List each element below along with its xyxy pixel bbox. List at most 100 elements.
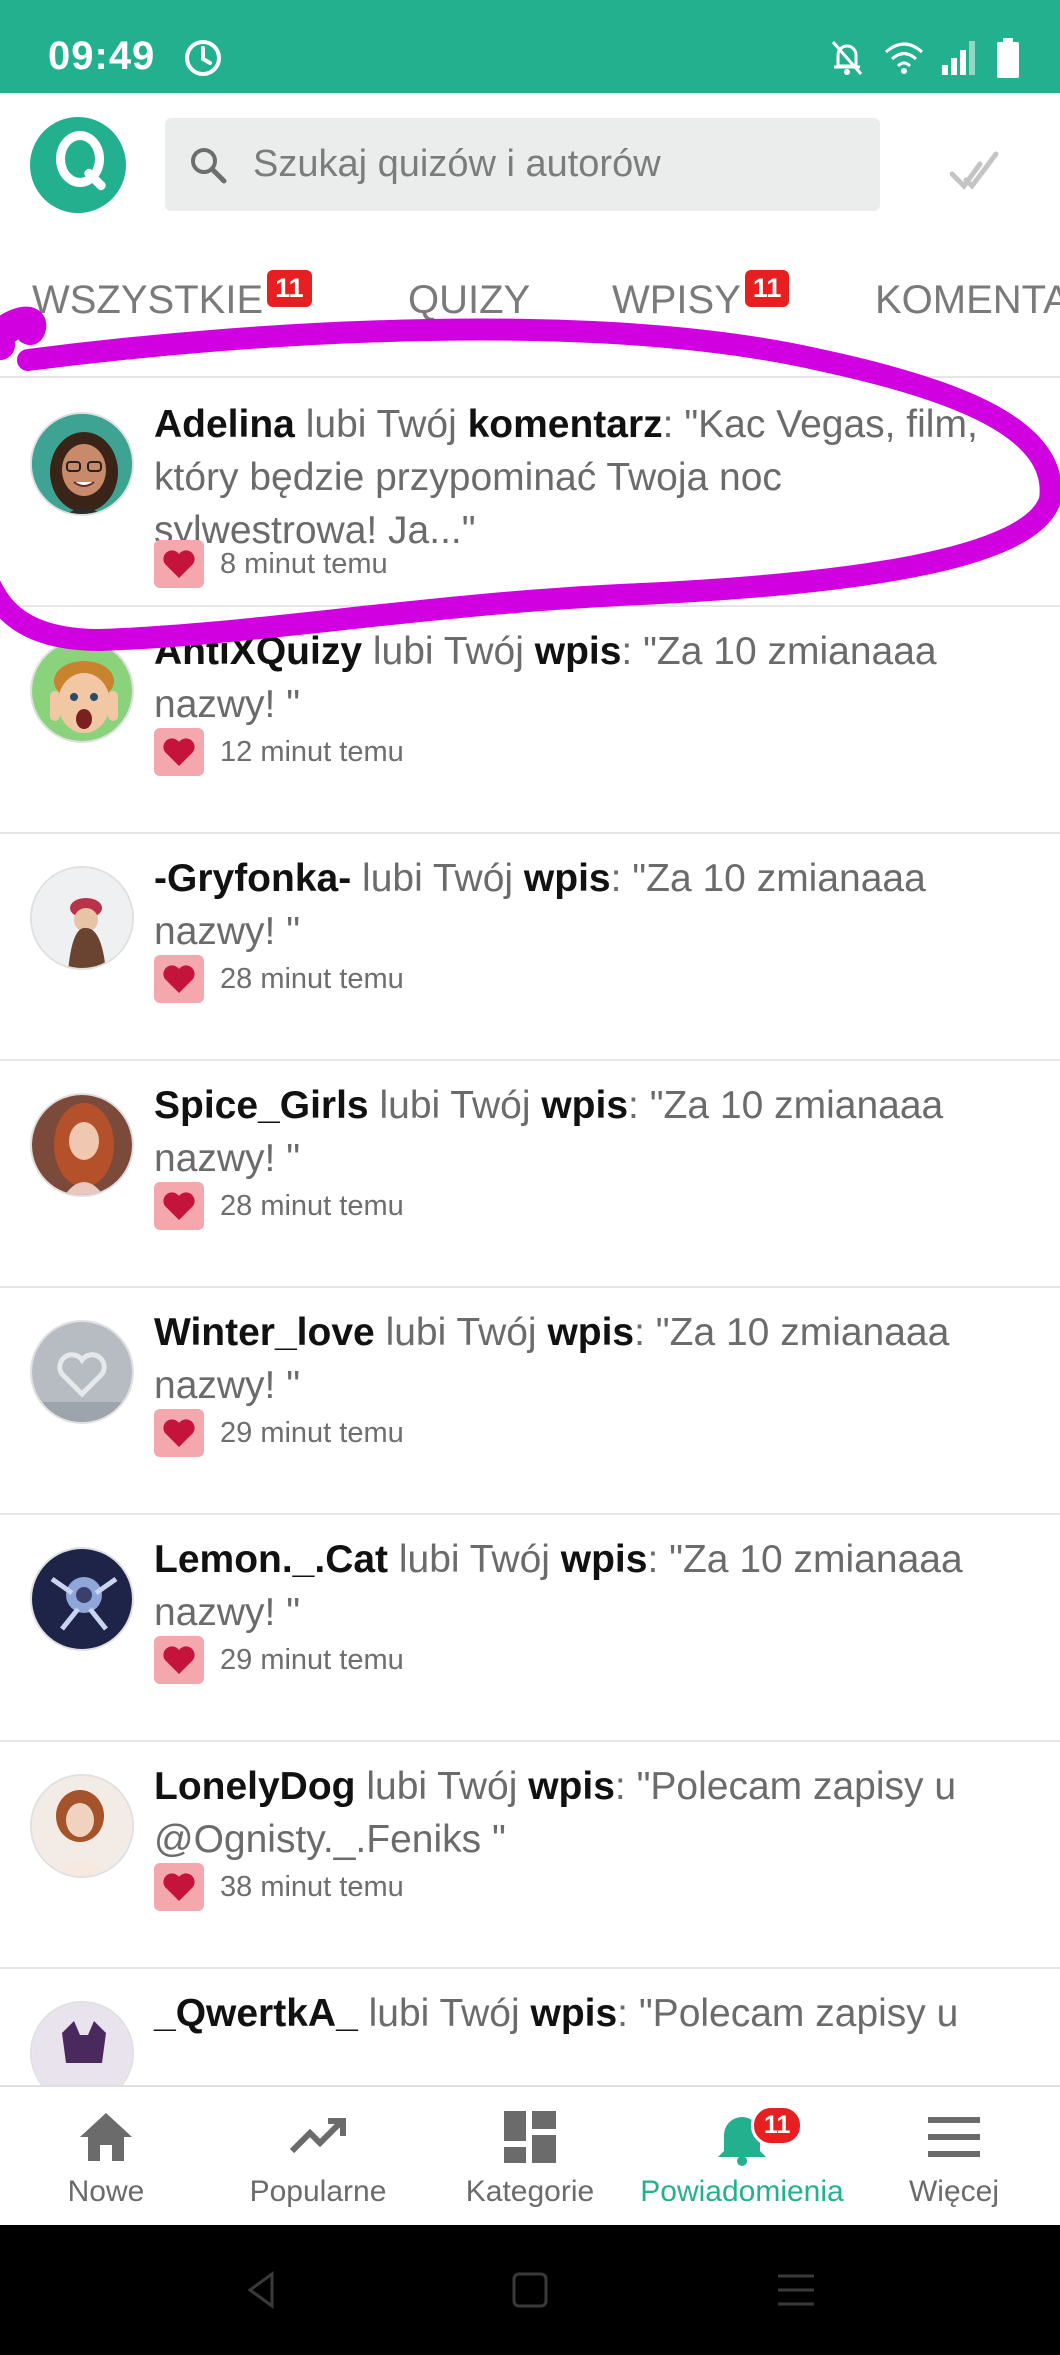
- recents-icon[interactable]: [776, 2270, 816, 2310]
- avatar[interactable]: [30, 1320, 134, 1424]
- notification-meta: 28 minut temu: [154, 1182, 404, 1230]
- notification-text: LonelyDog lubi Twój wpis: "Polecam zapis…: [154, 1760, 1004, 1866]
- status-bar: 09:49: [0, 0, 1060, 93]
- heart-icon: [163, 550, 195, 578]
- heart-icon: [163, 1646, 195, 1674]
- user-name[interactable]: AntiXQuizy: [154, 630, 362, 673]
- user-name[interactable]: Adelina: [154, 403, 295, 446]
- nav-notifications[interactable]: 11 Powiadomienia: [636, 2087, 848, 2227]
- list-item[interactable]: AntiXQuizy lubi Twój wpis: "Za 10 zmiana…: [0, 607, 1060, 834]
- user-name[interactable]: -Gryfonka-: [154, 857, 351, 900]
- tab-posts[interactable]: WPISY 11: [612, 270, 790, 323]
- notification-text: Adelina lubi Twój komentarz: "Kac Vegas,…: [154, 398, 1004, 557]
- list-item[interactable]: Adelina lubi Twój komentarz: "Kac Vegas,…: [0, 380, 1060, 607]
- notification-badge: 11: [751, 2105, 804, 2146]
- object-text: wpis: [523, 857, 611, 900]
- user-name[interactable]: LonelyDog: [154, 1765, 356, 1808]
- avatar[interactable]: [30, 866, 134, 970]
- system-nav-bar: [0, 2225, 1060, 2355]
- nav-new[interactable]: Nowe: [0, 2087, 212, 2227]
- bottom-nav: Nowe Popularne Kategorie 11 Powiadomieni…: [0, 2085, 1060, 2225]
- object-text: wpis: [530, 1992, 618, 2035]
- like-badge: [154, 955, 204, 1003]
- nav-label: Popularne: [249, 2175, 387, 2208]
- search-input[interactable]: [253, 118, 863, 211]
- dark-fantasy-icon: [32, 1549, 132, 1649]
- tab-quizzes[interactable]: QUIZY: [408, 278, 530, 323]
- home-icon: [80, 2113, 132, 2161]
- action-text: lubi Twój: [379, 1084, 531, 1127]
- object-text: wpis: [547, 1311, 635, 1354]
- like-badge: [154, 1182, 204, 1230]
- avatar[interactable]: [30, 1093, 134, 1197]
- avatar[interactable]: [30, 1547, 134, 1651]
- dashboard-icon: [504, 2111, 556, 2163]
- app-logo[interactable]: [30, 117, 126, 213]
- list-item[interactable]: Lemon._.Cat lubi Twój wpis: "Za 10 zmian…: [0, 1515, 1060, 1742]
- list-item[interactable]: Winter_love lubi Twój wpis: "Za 10 zmian…: [0, 1288, 1060, 1515]
- notification-text: _QwertkA_ lubi Twój wpis: "Polecam zapis…: [154, 1987, 1004, 2040]
- tab-label: QUIZY: [408, 278, 531, 322]
- list-item[interactable]: Spice_Girls lubi Twój wpis: "Za 10 zmian…: [0, 1061, 1060, 1288]
- notification-list: Adelina lubi Twój komentarz: "Kac Vegas,…: [0, 380, 1060, 2085]
- user-name[interactable]: Spice_Girls: [154, 1084, 369, 1127]
- action-text: lubi Twój: [385, 1311, 537, 1354]
- tab-label: KOMENTARZE: [875, 278, 1060, 322]
- boy-face-icon: [32, 641, 132, 741]
- search-icon: [191, 148, 227, 184]
- action-text: lubi Twój: [372, 630, 524, 673]
- user-name[interactable]: _QwertkA_: [154, 1992, 358, 2035]
- action-text: lubi Twój: [305, 403, 457, 446]
- nav-label: Powiadomienia: [640, 2175, 844, 2208]
- list-item[interactable]: _QwertkA_ lubi Twój wpis: "Polecam zapis…: [0, 1969, 1060, 2085]
- girl-portrait-icon: [32, 1776, 132, 1876]
- user-name[interactable]: Lemon._.Cat: [154, 1538, 388, 1581]
- mark-all-read-icon[interactable]: [950, 146, 1000, 196]
- purple-cat-icon: [32, 2003, 132, 2085]
- status-time: 09:49: [48, 34, 156, 78]
- heart-icon: [163, 1192, 195, 1220]
- list-item[interactable]: LonelyDog lubi Twój wpis: "Polecam zapis…: [0, 1742, 1060, 1969]
- timestamp: 28 minut temu: [220, 962, 404, 995]
- action-text: lubi Twój: [398, 1538, 550, 1581]
- tab-comments[interactable]: KOMENTARZE: [875, 278, 1060, 323]
- nav-categories[interactable]: Kategorie: [424, 2087, 636, 2227]
- nav-label: Nowe: [67, 2175, 145, 2208]
- app-header: [0, 93, 1060, 238]
- object-text: wpis: [528, 1765, 615, 1808]
- home-button-icon[interactable]: [510, 2270, 550, 2310]
- like-badge: [154, 1863, 204, 1911]
- user-name[interactable]: Winter_love: [154, 1311, 375, 1354]
- battery-icon: [997, 38, 1019, 78]
- timestamp: 28 minut temu: [220, 1189, 404, 1222]
- avatar[interactable]: [30, 2001, 134, 2085]
- avatar[interactable]: [30, 639, 134, 743]
- back-icon[interactable]: [242, 2270, 282, 2310]
- status-icons: [828, 38, 1020, 78]
- object-text: wpis: [560, 1538, 648, 1581]
- action-text: lubi Twój: [366, 1765, 518, 1808]
- like-badge: [154, 540, 204, 588]
- nav-label: Kategorie: [465, 2175, 595, 2208]
- notification-meta: 8 minut temu: [154, 540, 388, 588]
- search-box[interactable]: [165, 118, 880, 211]
- notification-text: Spice_Girls lubi Twój wpis: "Za 10 zmian…: [154, 1079, 1004, 1185]
- nav-popular[interactable]: Popularne: [212, 2087, 424, 2227]
- nav-label: Więcej: [908, 2175, 999, 2208]
- avatar[interactable]: [30, 412, 134, 516]
- avatar[interactable]: [30, 1774, 134, 1878]
- notification-meta: 12 minut temu: [154, 728, 404, 776]
- notification-tabs: WSZYSTKIE11 QUIZY WPISY11 KOMENTARZE: [0, 238, 1060, 378]
- winter-girl-icon: [32, 868, 132, 968]
- nav-more[interactable]: Więcej: [848, 2087, 1060, 2227]
- notification-text: Winter_love lubi Twój wpis: "Za 10 zmian…: [154, 1306, 1004, 1412]
- like-badge: [154, 1636, 204, 1684]
- object-text: wpis: [541, 1084, 629, 1127]
- list-item[interactable]: -Gryfonka- lubi Twój wpis: "Za 10 zmiana…: [0, 834, 1060, 1061]
- timestamp: 12 minut temu: [220, 735, 404, 768]
- signal-icon: [942, 41, 975, 75]
- action-text: lubi Twój: [362, 857, 514, 900]
- tab-all[interactable]: WSZYSTKIE 11: [32, 270, 312, 323]
- trending-icon: [289, 2118, 346, 2154]
- like-badge: [154, 1409, 204, 1457]
